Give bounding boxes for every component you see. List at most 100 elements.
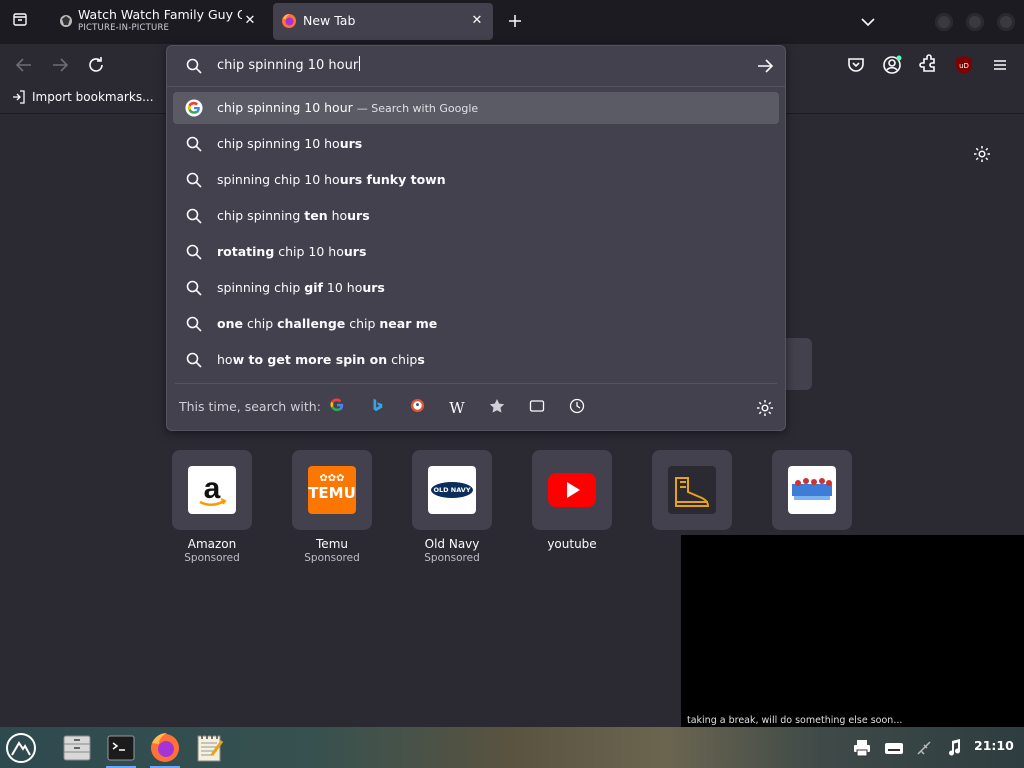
search-icon xyxy=(185,171,203,189)
youtube-logo-icon xyxy=(548,466,596,514)
go-arrow-icon[interactable] xyxy=(755,56,775,76)
suggestion-row[interactable]: one chip challenge chip near me xyxy=(173,308,779,340)
minimize-button[interactable] xyxy=(935,13,953,31)
svg-text:a: a xyxy=(204,472,221,505)
bookmarks-search-button[interactable] xyxy=(487,398,507,418)
search-settings-gear-icon[interactable] xyxy=(755,398,775,418)
suggestion-row[interactable]: chip spinning ten hours xyxy=(173,200,779,232)
tab-icon xyxy=(529,400,545,412)
top-site-name: Temu xyxy=(316,537,348,551)
firefox-icon xyxy=(151,733,179,762)
account-icon[interactable] xyxy=(880,53,904,77)
boot-logo-icon xyxy=(668,466,716,514)
one-off-label: This time, search with: xyxy=(179,399,321,414)
close-window-button[interactable] xyxy=(997,13,1015,31)
suggestion-row[interactable]: how to get more spin on chips xyxy=(173,344,779,376)
network-disconnected-icon[interactable] xyxy=(914,738,934,758)
search-icon xyxy=(185,279,203,297)
volume-music-icon[interactable] xyxy=(944,738,964,758)
suggestion-row[interactable]: spinning chip gif 10 hours xyxy=(173,272,779,304)
urlbar-panel: chip spinning 10 hour chip spinning 10 h… xyxy=(166,45,786,431)
bing-engine-button[interactable] xyxy=(367,398,387,418)
firefox-view-button[interactable] xyxy=(8,11,32,33)
import-bookmarks-button[interactable]: Import bookmarks... xyxy=(12,90,154,104)
ublock-origin-icon[interactable]: uD xyxy=(952,53,976,77)
pip-caption: taking a break, will do something else s… xyxy=(687,715,903,726)
duckduckgo-icon xyxy=(410,398,424,413)
duckduckgo-engine-button[interactable] xyxy=(407,398,427,418)
clock-icon xyxy=(569,398,585,414)
clock: 21:10 xyxy=(974,738,1014,753)
suggestion-text: chip spinning 10 hour — Search with Googl… xyxy=(217,100,479,115)
keyboard-icon[interactable] xyxy=(884,738,904,758)
group-logo-icon xyxy=(788,466,836,514)
import-icon xyxy=(13,90,25,104)
taskbar: 21:10 xyxy=(0,727,1024,768)
search-icon xyxy=(185,207,203,225)
close-tab-icon[interactable]: ✕ xyxy=(242,13,258,29)
google-engine-button[interactable] xyxy=(327,398,347,418)
suggestion-text: rotating chip 10 hours xyxy=(217,244,367,259)
notepad-icon xyxy=(197,734,224,762)
temu-logo-icon: ✿✿✿ TEMU xyxy=(308,466,356,514)
top-site-people[interactable] xyxy=(772,450,852,530)
hamburger-menu-icon[interactable] xyxy=(988,53,1012,77)
picture-in-picture-window[interactable]: taking a break, will do something else s… xyxy=(681,535,1024,727)
top-site-youtube[interactable]: youtube xyxy=(532,450,612,551)
list-all-tabs-button[interactable] xyxy=(858,12,878,32)
terminal-icon xyxy=(107,735,135,761)
urlbar-input[interactable]: chip spinning 10 hour xyxy=(217,56,361,73)
top-site-temu[interactable]: ✿✿✿ TEMU Temu Sponsored xyxy=(292,450,372,564)
firefox-launcher[interactable] xyxy=(148,731,182,768)
tabs-search-button[interactable] xyxy=(527,398,547,418)
suggestion-text: chip spinning ten hours xyxy=(217,208,370,223)
wikipedia-engine-button[interactable]: W xyxy=(447,398,467,418)
personalize-gear-icon[interactable] xyxy=(972,144,992,164)
amazon-logo-icon: a xyxy=(188,466,236,514)
start-menu-button[interactable] xyxy=(4,731,38,765)
terminal-launcher[interactable] xyxy=(104,731,138,768)
old-navy-logo-icon: OLD NAVY xyxy=(428,466,476,514)
suggestion-text: chip spinning 10 hours xyxy=(217,136,363,151)
site-favicon-icon xyxy=(60,15,72,27)
search-icon xyxy=(185,243,203,261)
sponsored-label: Sponsored xyxy=(184,552,240,564)
suggestion-text: how to get more spin on chips xyxy=(217,352,425,367)
suggestion-row[interactable]: rotating chip 10 hours xyxy=(173,236,779,268)
google-icon xyxy=(185,99,203,117)
suggestion-text: spinning chip 10 hours funky town xyxy=(217,172,446,187)
svg-text:uD: uD xyxy=(959,62,969,70)
top-site-old-navy[interactable]: OLD NAVY Old Navy Sponsored xyxy=(412,450,492,564)
suggestion-row[interactable]: chip spinning 10 hours xyxy=(173,128,779,160)
close-tab-icon[interactable]: ✕ xyxy=(469,13,485,29)
tab-title: Watch Watch Family Guy Onlin xyxy=(78,7,242,22)
firefox-icon xyxy=(282,14,296,28)
suggestion-row[interactable]: spinning chip 10 hours funky town xyxy=(173,164,779,196)
text-editor-launcher[interactable] xyxy=(192,731,226,765)
urlbar-input-row: chip spinning 10 hour xyxy=(167,46,785,86)
sponsored-label: Sponsored xyxy=(424,552,480,564)
bing-icon xyxy=(373,398,383,412)
file-manager-launcher[interactable] xyxy=(60,731,94,765)
suggestion-text: one chip challenge chip near me xyxy=(217,316,438,331)
history-search-button[interactable] xyxy=(567,398,587,418)
file-cabinet-icon xyxy=(63,735,91,761)
suggestion-text: spinning chip gif 10 hours xyxy=(217,280,385,295)
tab-family-guy[interactable]: Watch Watch Family Guy Onlin PICTURE-IN-… xyxy=(50,3,266,40)
new-tab-button[interactable] xyxy=(503,10,527,34)
search-icon xyxy=(185,135,203,153)
suggestion-row-search-with-google[interactable]: chip spinning 10 hour — Search with Googl… xyxy=(173,92,779,124)
wikipedia-icon: W xyxy=(449,399,465,417)
app-launcher-icon xyxy=(6,733,36,763)
forward-arrow-icon[interactable] xyxy=(48,53,72,77)
tab-title: New Tab xyxy=(303,13,356,28)
back-arrow-icon[interactable] xyxy=(12,53,36,77)
top-site-amazon[interactable]: a Amazon Sponsored xyxy=(172,450,252,564)
top-site-boot[interactable] xyxy=(652,450,732,530)
reload-icon[interactable] xyxy=(84,53,108,77)
maximize-button[interactable] xyxy=(966,13,984,31)
tab-new-tab[interactable]: New Tab ✕ xyxy=(273,3,493,40)
extensions-icon[interactable] xyxy=(916,53,940,77)
printer-icon[interactable] xyxy=(852,738,872,758)
pocket-icon[interactable] xyxy=(844,53,868,77)
